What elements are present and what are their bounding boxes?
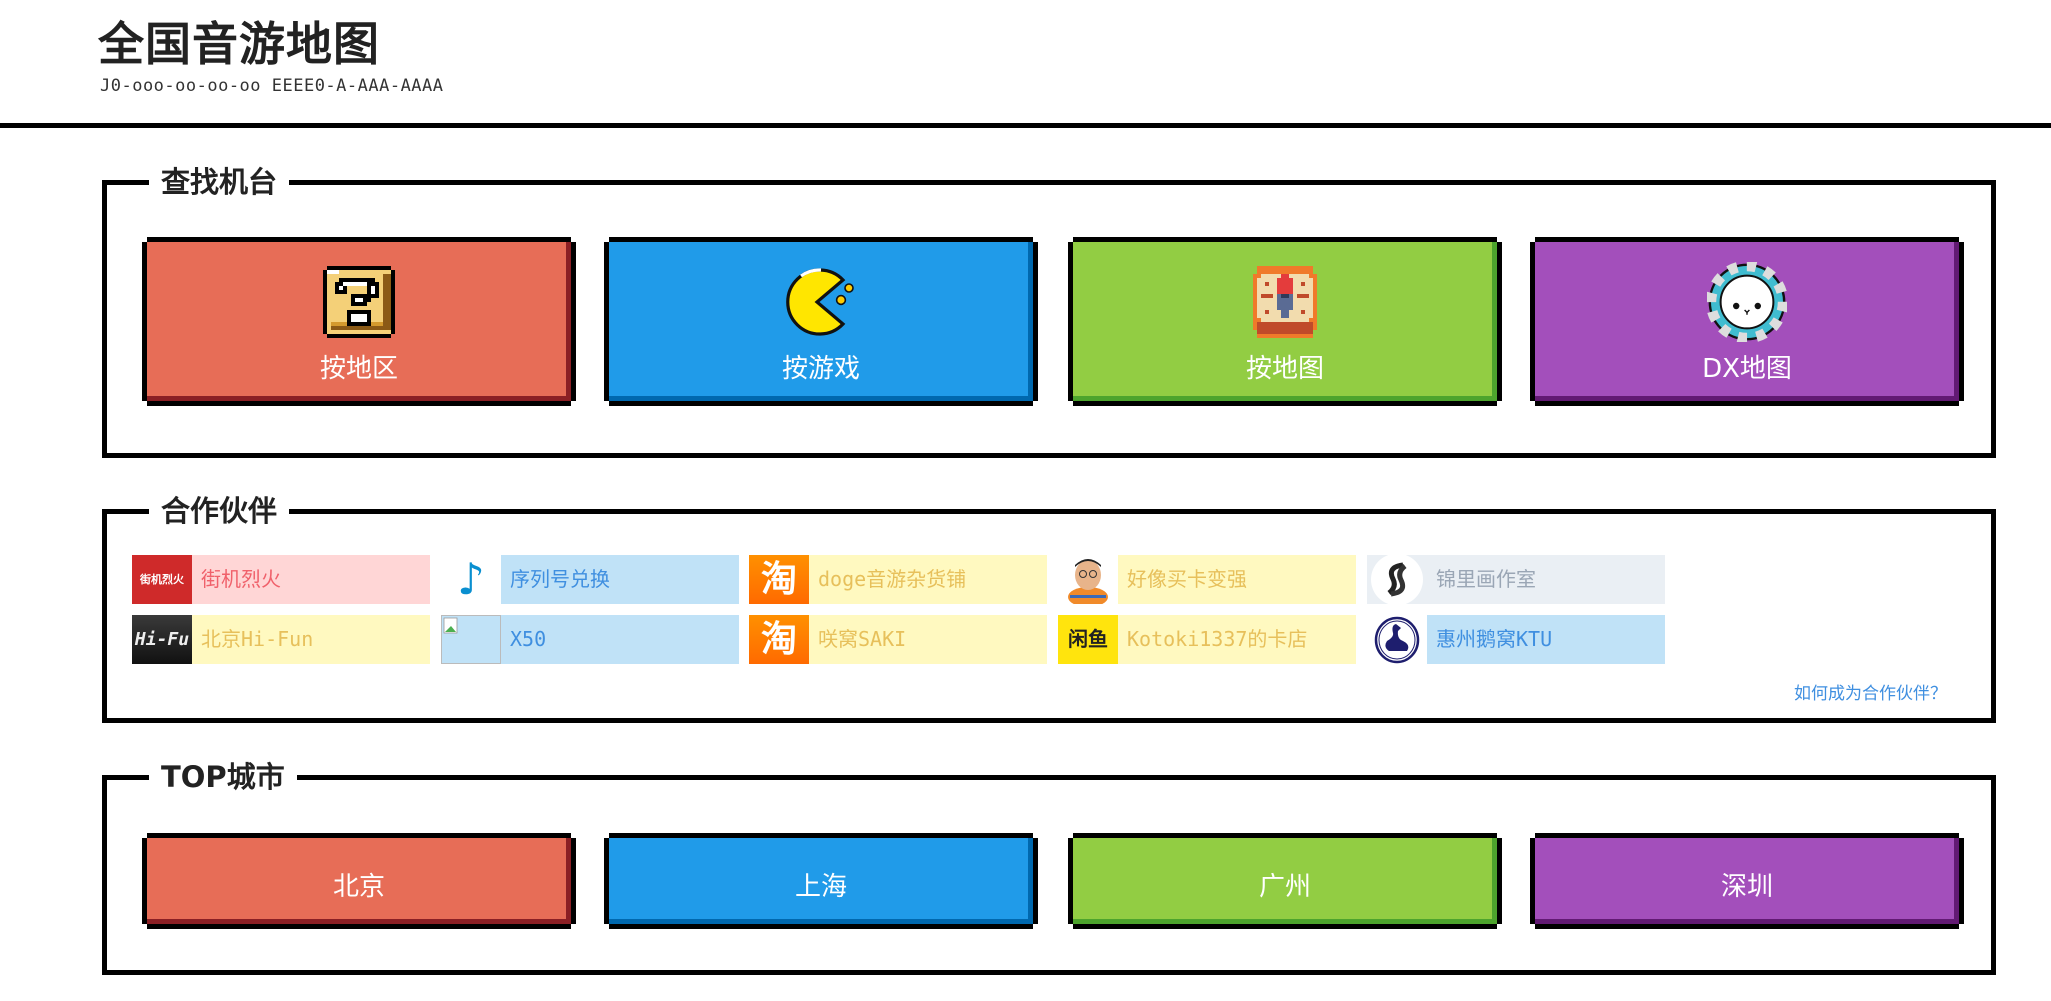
partner-name: 街机烈火 [192, 555, 430, 604]
card-label: DX地图 [1702, 354, 1792, 384]
card-label: 按地图 [1245, 354, 1324, 384]
become-partner-link[interactable]: 如何成为合作伙伴？ [1794, 679, 1947, 704]
partner-item[interactable]: 锦里画作室 [1367, 555, 1665, 604]
question-block-icon [323, 266, 395, 338]
city-shenzhen-button[interactable]: 深圳 [1530, 833, 1964, 929]
hifun-logo-icon: Hi-Fu [132, 615, 192, 664]
section-title: 查找机台 [149, 163, 290, 201]
maimai-bear-icon [1707, 262, 1787, 342]
partner-name: 好像买卡变强 [1118, 555, 1356, 604]
partner-name: X50 [501, 615, 739, 664]
partner-item[interactable]: Hi-Fu 北京Hi-Fun [132, 615, 430, 664]
koi-fish-logo-icon [1367, 555, 1427, 604]
card-label: 按地区 [319, 354, 398, 384]
top-cities-section: TOP城市 北京 上海 广州 深圳 [102, 758, 1996, 975]
by-map-button[interactable]: 按地图 [1068, 237, 1502, 406]
partner-name: 咲窝SAKI [809, 615, 1047, 664]
section-title: TOP城市 [149, 758, 297, 796]
partner-name: doge音游杂货铺 [809, 555, 1047, 604]
partner-name: 序列号兑换 [501, 555, 739, 604]
card-label: 深圳 [1720, 872, 1773, 902]
pacman-icon [786, 268, 854, 336]
partner-name: 惠州鹅窝KTU [1427, 615, 1665, 664]
dx-map-button[interactable]: DX地图 [1530, 237, 1964, 406]
partner-name: 锦里画作室 [1427, 555, 1665, 604]
broken-image-icon [441, 615, 501, 664]
section-title: 合作伙伴 [149, 492, 290, 530]
partner-item[interactable]: X50 [441, 615, 739, 664]
partner-name: 北京Hi-Fun [192, 615, 430, 664]
cartoon-man-avatar-icon [1058, 555, 1118, 604]
partner-item[interactable]: 惠州鹅窝KTU [1367, 615, 1665, 664]
site-title[interactable]: 全国音游地图 [98, 8, 380, 74]
goose-logo-icon [1367, 615, 1427, 664]
partner-name: Kotoki1337的卡店 [1118, 615, 1356, 664]
partner-item[interactable]: 淘 doge音游杂货铺 [749, 555, 1047, 604]
card-label: 按游戏 [781, 354, 860, 384]
by-region-button[interactable]: 按地区 [142, 237, 576, 406]
partners-section: 合作伙伴 街机烈火 街机烈火 ♪ 序列号兑换 淘 doge音游杂货铺 好像买卡变… [102, 492, 1996, 723]
city-shanghai-button[interactable]: 上海 [604, 833, 1038, 929]
partner-item[interactable]: 淘 咲窝SAKI [749, 615, 1047, 664]
city-guangzhou-button[interactable]: 广州 [1068, 833, 1502, 929]
music-note-icon: ♪ [441, 555, 501, 604]
taobao-icon: 淘 [749, 555, 809, 604]
xianyu-icon: 闲鱼 [1058, 615, 1118, 664]
site-header: 全国音游地图 J0-ooo-oo-oo-oo EEEE0-A-AAA-AAAA [0, 0, 2051, 128]
card-label: 上海 [794, 872, 847, 902]
compass-icon [1253, 266, 1317, 338]
by-game-button[interactable]: 按游戏 [604, 237, 1038, 406]
partner-item[interactable]: 闲鱼 Kotoki1337的卡店 [1058, 615, 1356, 664]
jiejilehuo-logo-icon: 街机烈火 [132, 555, 192, 604]
card-label: 广州 [1258, 872, 1311, 902]
site-subtitle: J0-ooo-oo-oo-oo EEEE0-A-AAA-AAAA [100, 76, 444, 96]
city-beijing-button[interactable]: 北京 [142, 833, 576, 929]
find-machines-section: 查找机台 按地区 按游戏 按地图 DX地图 [102, 163, 1996, 458]
partner-item[interactable]: 街机烈火 街机烈火 [132, 555, 430, 604]
card-label: 北京 [332, 872, 385, 902]
taobao-icon: 淘 [749, 615, 809, 664]
partner-item[interactable]: 好像买卡变强 [1058, 555, 1356, 604]
partner-item[interactable]: ♪ 序列号兑换 [441, 555, 739, 604]
